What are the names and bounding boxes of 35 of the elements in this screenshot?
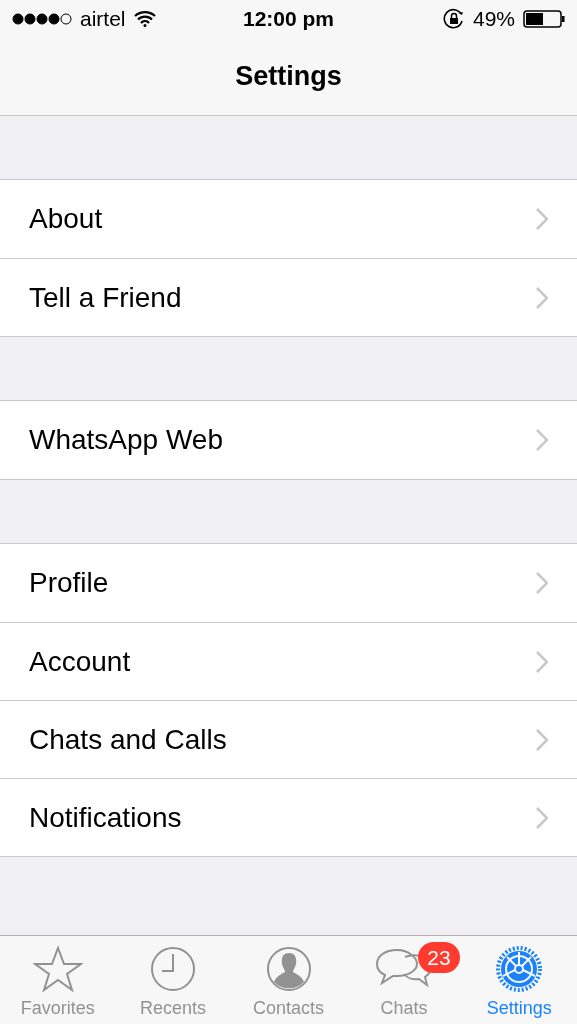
chevron-right-icon <box>536 286 548 309</box>
carrier-name: airtel <box>80 6 126 33</box>
row-label: Notifications <box>29 800 183 835</box>
chevron-right-icon <box>536 650 548 673</box>
row-label: WhatsApp Web <box>29 423 225 457</box>
row-label: Tell a Friend <box>29 280 183 315</box>
star-icon <box>32 946 83 992</box>
settings-icon <box>496 946 543 992</box>
nav-title: Settings <box>235 60 342 94</box>
chevron-right-icon <box>536 208 548 230</box>
rotation-lock-icon <box>443 8 465 30</box>
settings-row[interactable]: Chats and Calls <box>0 700 577 778</box>
settings-row[interactable]: Tell a Friend <box>0 258 577 336</box>
chevron-right-icon <box>536 429 548 451</box>
tab-bar-item[interactable]: 23 Chats <box>346 936 462 1024</box>
settings-row[interactable]: Notifications <box>0 778 577 856</box>
chevron-right-icon <box>536 728 548 751</box>
chevron-right-icon <box>536 806 548 829</box>
chevron-right-icon <box>536 572 548 594</box>
battery-icon <box>523 10 565 28</box>
clock-icon <box>150 946 197 992</box>
contact-icon <box>265 946 312 992</box>
row-label: Profile <box>29 566 110 600</box>
signal-icon <box>12 13 72 25</box>
settings-row[interactable]: Account <box>0 622 577 700</box>
settings-row[interactable]: About <box>0 180 577 258</box>
settings-row[interactable]: WhatsApp Web <box>0 401 577 479</box>
status-time: 12:00 pm <box>243 6 335 33</box>
battery-percentage: 49% <box>473 6 515 33</box>
row-label: Account <box>29 644 132 679</box>
unread-badge: 23 <box>418 942 460 973</box>
row-label: Chats and Calls <box>29 722 228 757</box>
wifi-icon <box>133 11 156 27</box>
settings-row[interactable]: Profile <box>0 544 577 622</box>
row-label: About <box>29 202 104 236</box>
